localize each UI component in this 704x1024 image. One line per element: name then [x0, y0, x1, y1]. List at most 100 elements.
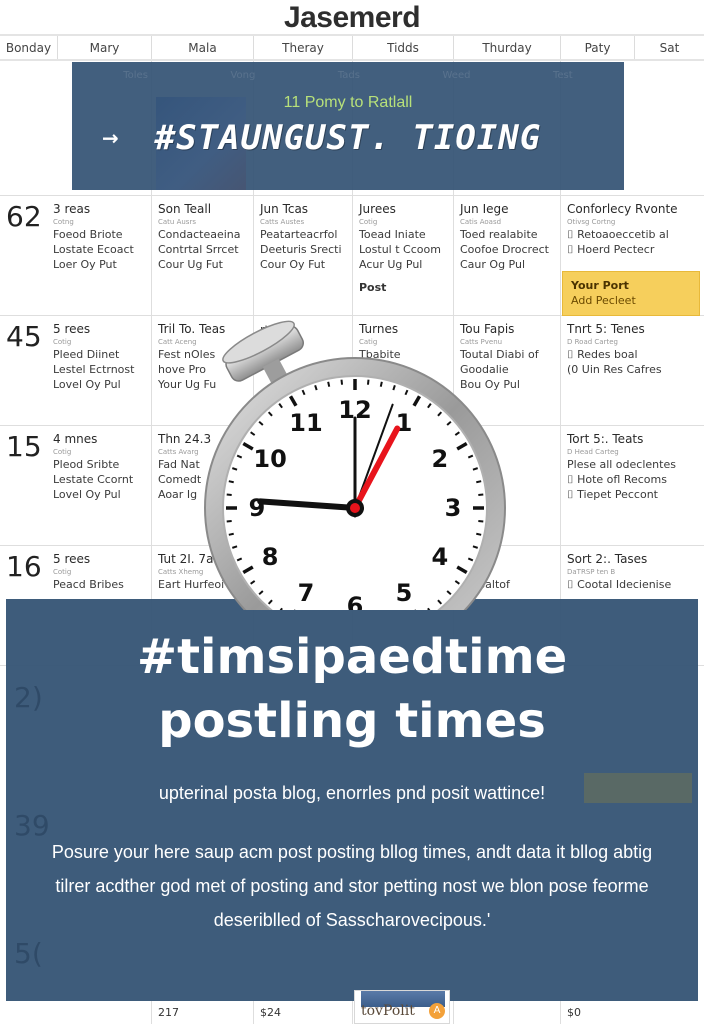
clock-minor-tick [340, 379, 344, 385]
banner-tagline: upterinal posta blog, enorrles pnd posit… [158, 783, 546, 803]
cell-line: Acur Ug Pul [359, 258, 423, 271]
calendar-cell[interactable]: 62 3 reas Cotng Foeod Briote Lostate Ecoact L… [0, 196, 152, 315]
footer-cell [454, 1001, 561, 1024]
clock-minor-tick [228, 532, 234, 536]
ghost-week-number: 39 [14, 809, 50, 842]
clock-minor-tick [226, 493, 232, 497]
day-header-cell[interactable]: Bonday [0, 36, 58, 59]
cell-title: 5 rees [53, 552, 91, 566]
cell-title: Jun Iege [460, 202, 509, 216]
cell-title: Tort 5:. Teats [567, 432, 644, 446]
cell-line: Pleod Sribte [53, 458, 120, 471]
day-header-cell[interactable]: Thurday [454, 36, 561, 59]
cell-subtitle: Cotig [53, 448, 72, 456]
cell-title: 5 rees [53, 322, 91, 336]
cell-title: 3 reas [53, 202, 91, 216]
cell-title: Jurees [359, 202, 396, 216]
app-title: Jasemerd [283, 1, 421, 34]
cell-line: ⌷ Hoerd Pectecr [567, 243, 655, 256]
footer-row: 217 $24 $0 [0, 1001, 704, 1024]
cell-subtitle: D Head Carteg [567, 448, 619, 456]
cell-line: Toead Iniate [359, 228, 426, 241]
cell-line: Peatarteacrfol [260, 228, 338, 241]
badge-text: tovPolit [361, 1003, 415, 1019]
clock-minor-tick [476, 480, 482, 484]
banner-subtitle: 11 Pomy to Ratlall [283, 94, 413, 111]
cell-subtitle: Cotig [359, 218, 378, 226]
stopwatch-illustration: 12 1 2 3 4 5 6 7 8 9 10 11 [195, 300, 525, 659]
clock-minor-tick [226, 519, 232, 523]
cell-title: Tnrt 5: Tenes [567, 322, 645, 336]
clock-numeral: 3 [445, 494, 462, 522]
banner-headline: #STAUNGUST. TIOING [154, 118, 542, 158]
calendar-cell[interactable]: Jun Tcas Catts Austes Peatarteacrfol Deetur… [254, 196, 353, 315]
cell-line: Lostate Ecoact [53, 243, 134, 256]
ghost-label: Test [552, 70, 573, 81]
clock-center-cap [350, 503, 360, 513]
cell-line: Lovel Oy Pul [53, 378, 121, 391]
add-post-link[interactable]: Add Pecleet [571, 293, 691, 308]
cell-line: Cour Oy Fut [260, 258, 326, 271]
ghost-label: Tads [337, 70, 360, 81]
ghost-week-number: 5( [14, 937, 43, 970]
day-header-cell[interactable]: Mala [152, 36, 254, 59]
footer-value: $0 [567, 1006, 581, 1019]
clock-minor-tick [366, 379, 370, 385]
day-header-cell[interactable]: Sat [635, 36, 704, 59]
cell-line: Plese all odeclentes [567, 458, 676, 471]
cell-line: Pleed Diinet [53, 348, 120, 361]
ghost-labels: Toles Vong Tads Weed Test [82, 70, 614, 81]
cell-title: Sort 2:. Tases [567, 552, 648, 566]
post-label[interactable]: Post [359, 280, 449, 295]
calendar-cell[interactable]: Tort 5:. Teats D Head Carteg Plese all ode… [561, 426, 704, 545]
calendar-cell[interactable]: 45 5 rees Cotig Pleed Diinet Lestel Ectrnost… [0, 316, 152, 425]
day-header-cell[interactable]: Tidds [353, 36, 454, 59]
day-header: Bonday Mary Mala Theray Tidds Thurday Pa… [0, 34, 704, 61]
clock-numeral: 4 [432, 543, 449, 571]
bottom-banner: 2) 39 5( #timsipaedtime postling times u… [6, 599, 698, 1001]
day-header-cell[interactable]: Mary [58, 36, 152, 59]
cell-line: (0 Uin Res Cafres [567, 363, 662, 376]
cell-line: Contrtal Srrcet [158, 243, 239, 256]
clock-numeral: 8 [262, 543, 279, 571]
footer-cell [0, 1001, 152, 1024]
clock-minor-tick [478, 519, 484, 523]
calendar-cell[interactable]: 15 4 mnes Cotig Pleod Sribte Lestate Ccornt L… [0, 426, 152, 545]
cell-line: Lostul t Ccoom [359, 243, 441, 256]
cell-line: Caur Og Pul [460, 258, 526, 271]
coin-icon: A [429, 1003, 445, 1019]
clock-minor-tick [228, 480, 234, 484]
calendar-cell[interactable]: Son Teall Catu Ausrs Condacteaeina Contrtal… [152, 196, 254, 315]
clock-numeral: 7 [298, 579, 315, 607]
day-header-cell[interactable]: Paty [561, 36, 635, 59]
cell-line: Coofoe Drocrect [460, 243, 549, 256]
cell-subtitle: Cotng [53, 218, 74, 226]
cell-title: Jun Tcas [260, 202, 309, 216]
clock-numeral: 9 [249, 494, 266, 522]
your-post-card[interactable]: Your Port Add Pecleet [562, 271, 700, 316]
week-number: 45 [6, 320, 42, 353]
cell-line: ⌷ Tiepet Peccont [567, 488, 658, 501]
clock-minor-tick [379, 381, 383, 387]
clock-numeral: 6 [347, 592, 364, 610]
promo-badge[interactable]: tovPolit A [354, 990, 450, 1024]
cell-line: ⌷ Cootal Idecienise [567, 578, 672, 591]
cell-line: Deeturis Srecti [260, 243, 342, 256]
calendar-cell[interactable]: Jurees Cotig Toead Iniate Lostul t Ccoom Acu… [353, 196, 454, 315]
cell-subtitle: Catu Ausrs [158, 218, 196, 226]
ghost-label: Weed [442, 70, 471, 81]
clock-numeral: 2 [432, 445, 449, 473]
week-number: 15 [6, 430, 42, 463]
footer-value: 217 [152, 1001, 254, 1024]
banner-headline-2: postling times [158, 693, 546, 749]
cell-subtitle: Cotig [53, 338, 72, 346]
cell-line: ⌷ Redes boal [567, 348, 638, 361]
day-header-cell[interactable]: Theray [254, 36, 353, 59]
cell-subtitle: Catts Austes [260, 218, 305, 226]
cell-title: Son Teall [158, 202, 212, 216]
cell-title: 4 mnes [53, 432, 98, 446]
calendar-cell[interactable]: Tnrt 5: Tenes D Road Carteg ⌷ Redes boal (0… [561, 316, 704, 425]
week-number: 62 [6, 200, 42, 233]
calendar-cell[interactable]: Jun Iege Catis Aoasd Toed realabite Coofoe … [454, 196, 561, 315]
banner-description: Posure your here saup acm post posting b… [51, 842, 653, 930]
